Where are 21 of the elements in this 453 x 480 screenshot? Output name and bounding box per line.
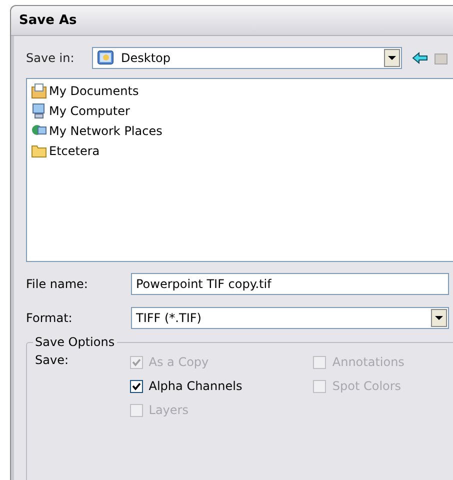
file-item[interactable]: My Documents (31, 81, 453, 101)
file-item[interactable]: Etcetera (31, 141, 453, 161)
documents-icon (31, 83, 47, 99)
save-in-dropdown[interactable]: Desktop (92, 47, 402, 69)
file-name-field[interactable]: Powerpoint TIF copy.tif (131, 273, 449, 295)
back-arrow-icon[interactable] (412, 52, 428, 64)
folder-icon (31, 143, 47, 159)
checkbox[interactable] (130, 380, 143, 392)
file-name-label: File name: (26, 277, 89, 291)
checkbox-option[interactable]: Alpha Channels (130, 377, 314, 395)
format-dropdown[interactable]: TIFF (*.TIF) (131, 307, 449, 329)
group-title: Save Options (33, 335, 117, 349)
save-label: Save: (35, 353, 70, 369)
save-in-label: Save in: (26, 51, 76, 65)
file-item[interactable]: My Computer (31, 101, 453, 121)
desktop-icon (97, 49, 115, 67)
window-title: Save As (19, 13, 77, 28)
format-label: Format: (26, 311, 74, 325)
folder-icon[interactable] (434, 51, 448, 65)
file-item[interactable]: My Network Places (31, 121, 453, 141)
computer-icon (31, 103, 47, 119)
